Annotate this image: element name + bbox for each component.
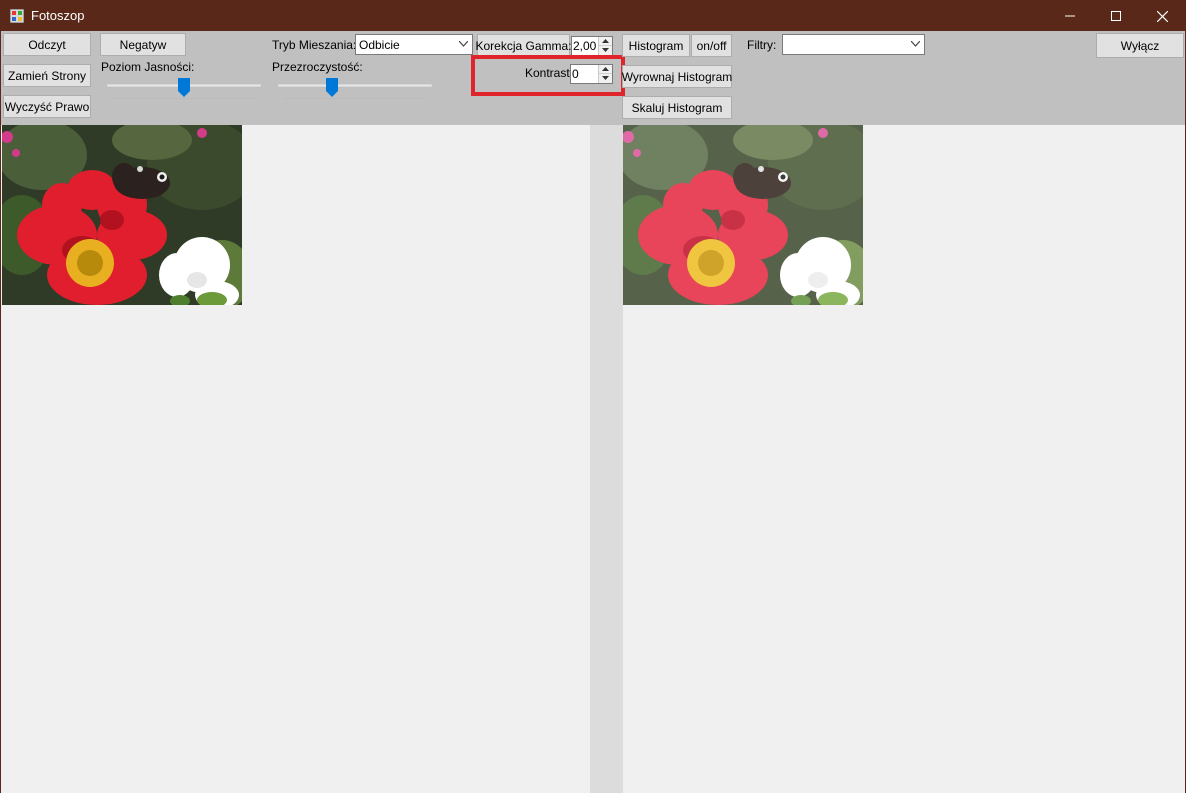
filters-label: Filtry: — [747, 38, 777, 52]
brightness-slider-ticks — [113, 98, 255, 100]
window-title: Fotoszop — [31, 8, 85, 23]
transparency-slider-thumb[interactable] — [325, 78, 338, 98]
histogram-button[interactable]: Histogram — [622, 34, 690, 57]
exit-button[interactable]: Wyłącz — [1096, 33, 1184, 58]
blend-mode-value: Odbicie — [359, 38, 400, 52]
minimize-button[interactable] — [1047, 1, 1093, 31]
minimize-icon — [1065, 15, 1075, 17]
read-button[interactable]: Odczyt — [3, 33, 91, 56]
transparency-slider-ticks — [284, 98, 426, 100]
clear-right-button[interactable]: Wyczyść Prawo — [3, 95, 91, 118]
scale-histogram-button[interactable]: Skaluj Histogram — [622, 96, 732, 119]
brightness-label: Poziom Jasności: — [101, 60, 195, 74]
maximize-button[interactable] — [1093, 1, 1139, 31]
chevron-down-icon — [911, 41, 920, 47]
contrast-input[interactable]: 0 — [570, 64, 613, 84]
contrast-down-button[interactable] — [599, 74, 612, 83]
app-window: Fotoszop Odczyt Zamień Strony Wyczyść Pr… — [0, 0, 1186, 793]
contrast-label: Kontrast: — [525, 66, 574, 80]
gamma-input[interactable]: 2,00 — [571, 36, 613, 56]
chevron-down-icon — [459, 41, 468, 47]
source-image — [2, 125, 242, 305]
equalize-histogram-button[interactable]: Wyrownaj Histogram — [622, 65, 732, 88]
brightness-slider-thumb[interactable] — [178, 78, 190, 98]
maximize-icon — [1111, 11, 1121, 21]
negative-button[interactable]: Negatyw — [100, 33, 186, 56]
processed-image — [623, 125, 863, 305]
toolbar: Odczyt Zamień Strony Wyczyść Prawo Negat… — [1, 31, 1185, 125]
contrast-up-button[interactable] — [599, 65, 612, 74]
contrast-value: 0 — [572, 67, 579, 81]
swap-sides-button[interactable]: Zamień Strony — [3, 64, 91, 87]
gamma-value: 2,00 — [573, 39, 597, 53]
gamma-correction-button[interactable]: Korekcja Gamma: — [475, 34, 572, 57]
histogram-toggle-button[interactable]: on/off — [691, 34, 732, 57]
panel-divider[interactable] — [590, 125, 623, 793]
title-bar: Fotoszop — [1, 1, 1185, 31]
gamma-down-button[interactable] — [599, 46, 612, 55]
transparency-label: Przezroczystość: — [272, 60, 363, 74]
filters-select[interactable] — [782, 34, 925, 55]
caret-up-icon — [602, 39, 609, 43]
caret-down-icon — [602, 76, 609, 80]
app-icon — [10, 9, 24, 23]
blend-mode-label: Tryb Mieszania: — [272, 38, 357, 52]
close-icon — [1156, 10, 1168, 22]
caret-down-icon — [602, 48, 609, 52]
blend-mode-select[interactable]: Odbicie — [355, 34, 473, 55]
transparency-slider-track[interactable] — [278, 84, 432, 87]
caret-up-icon — [602, 67, 609, 71]
gamma-up-button[interactable] — [599, 37, 612, 46]
close-button[interactable] — [1139, 1, 1185, 31]
